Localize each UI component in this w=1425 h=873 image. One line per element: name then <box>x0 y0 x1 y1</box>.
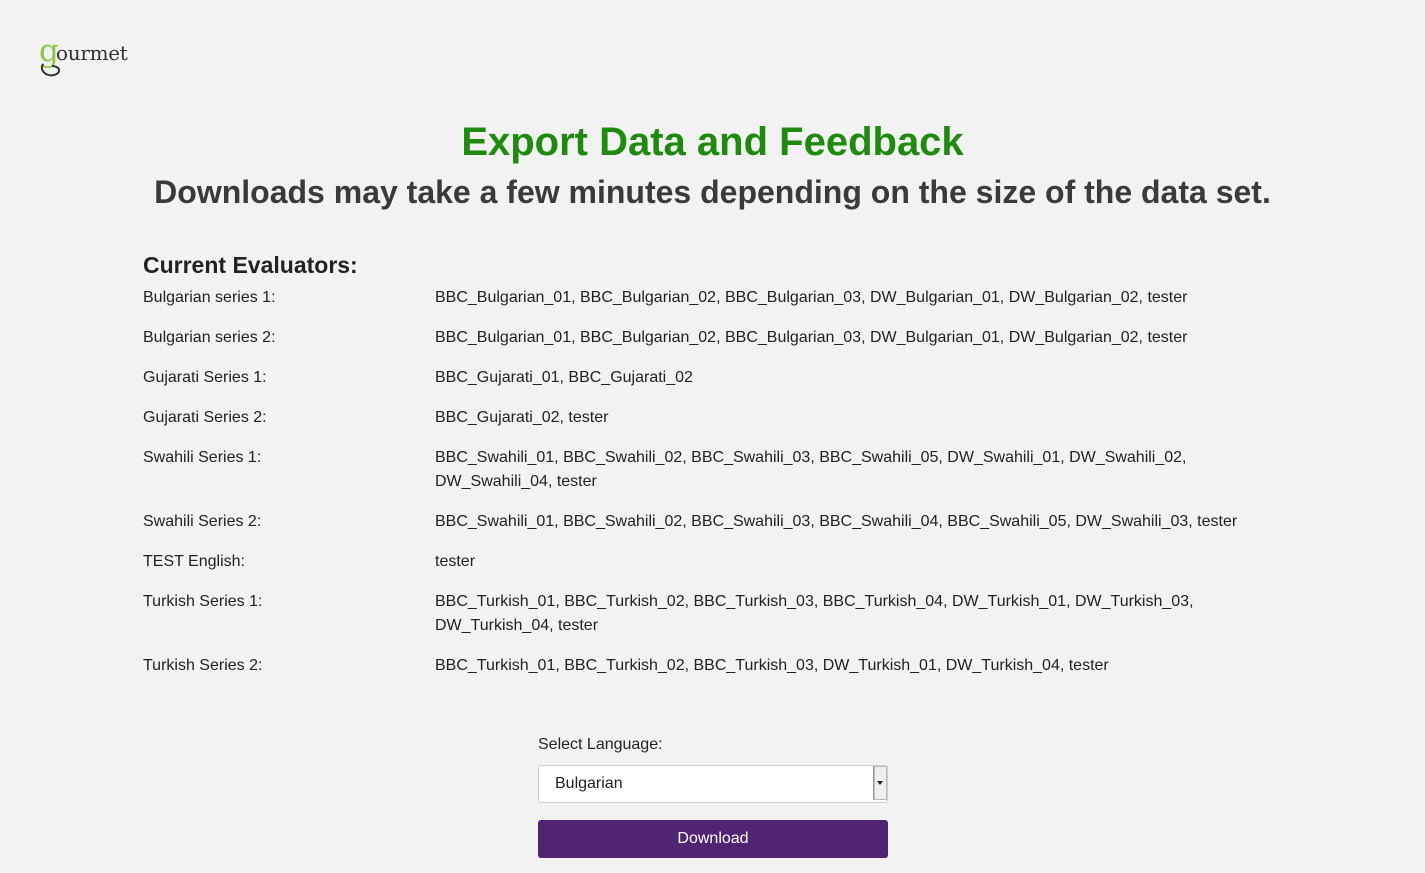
gourmet-logo[interactable]: g ourmet <box>39 36 139 80</box>
dropdown-arrow-icon[interactable] <box>873 766 887 800</box>
evaluator-names: BBC_Turkish_01, BBC_Turkish_02, BBC_Turk… <box>435 593 1194 634</box>
page-title: Export Data and Feedback <box>461 120 964 164</box>
evaluator-names: BBC_Bulgarian_01, BBC_Bulgarian_02, BBC_… <box>435 329 1188 346</box>
logo-g-tail-icon <box>40 63 60 77</box>
evaluator-row: Swahili Series 2: BBC_Swahili_01, BBC_Sw… <box>143 510 1293 534</box>
series-label: TEST English: <box>143 553 245 570</box>
evaluator-names: BBC_Turkish_01, BBC_Turkish_02, BBC_Turk… <box>435 657 1109 674</box>
evaluator-row: Gujarati Series 2: BBC_Gujarati_02, test… <box>143 406 1293 430</box>
language-select[interactable]: Bulgarian <box>538 765 888 803</box>
evaluator-row: Swahili Series 1: BBC_Swahili_01, BBC_Sw… <box>143 446 1293 494</box>
series-label: Swahili Series 1: <box>143 449 262 466</box>
evaluator-names: BBC_Swahili_01, BBC_Swahili_02, BBC_Swah… <box>435 513 1238 530</box>
evaluator-row: Turkish Series 2: BBC_Turkish_01, BBC_Tu… <box>143 654 1293 678</box>
series-label: Gujarati Series 1: <box>143 369 267 386</box>
download-button[interactable]: Download <box>538 820 888 858</box>
evaluator-row: Bulgarian series 1: BBC_Bulgarian_01, BB… <box>143 286 1293 310</box>
series-label: Gujarati Series 2: <box>143 409 267 426</box>
evaluator-row: Turkish Series 1: BBC_Turkish_01, BBC_Tu… <box>143 590 1293 638</box>
series-label: Bulgarian series 2: <box>143 329 276 346</box>
page-subtitle: Downloads may take a few minutes dependi… <box>154 174 1271 210</box>
logo-wordmark: ourmet <box>56 41 128 65</box>
evaluator-row: TEST English: tester <box>143 550 1293 574</box>
evaluators-list: Bulgarian series 1: BBC_Bulgarian_01, BB… <box>143 286 1293 694</box>
series-label: Swahili Series 2: <box>143 513 262 530</box>
evaluator-names: BBC_Bulgarian_01, BBC_Bulgarian_02, BBC_… <box>435 289 1188 306</box>
series-label: Bulgarian series 1: <box>143 289 276 306</box>
series-label: Turkish Series 2: <box>143 657 263 674</box>
language-select-label: Select Language: <box>538 736 663 753</box>
evaluator-row: Bulgarian series 2: BBC_Bulgarian_01, BB… <box>143 326 1293 350</box>
evaluator-names: BBC_Swahili_01, BBC_Swahili_02, BBC_Swah… <box>435 449 1187 490</box>
evaluator-names: tester <box>435 553 476 570</box>
evaluator-names: BBC_Gujarati_01, BBC_Gujarati_02 <box>435 369 693 386</box>
series-label: Turkish Series 1: <box>143 593 263 610</box>
language-select-value: Bulgarian <box>555 775 623 792</box>
evaluator-names: BBC_Gujarati_02, tester <box>435 409 609 426</box>
export-form: Select Language: Bulgarian Download <box>538 734 888 858</box>
evaluator-row: Gujarati Series 1: BBC_Gujarati_01, BBC_… <box>143 366 1293 390</box>
evaluators-heading: Current Evaluators: <box>143 252 358 278</box>
